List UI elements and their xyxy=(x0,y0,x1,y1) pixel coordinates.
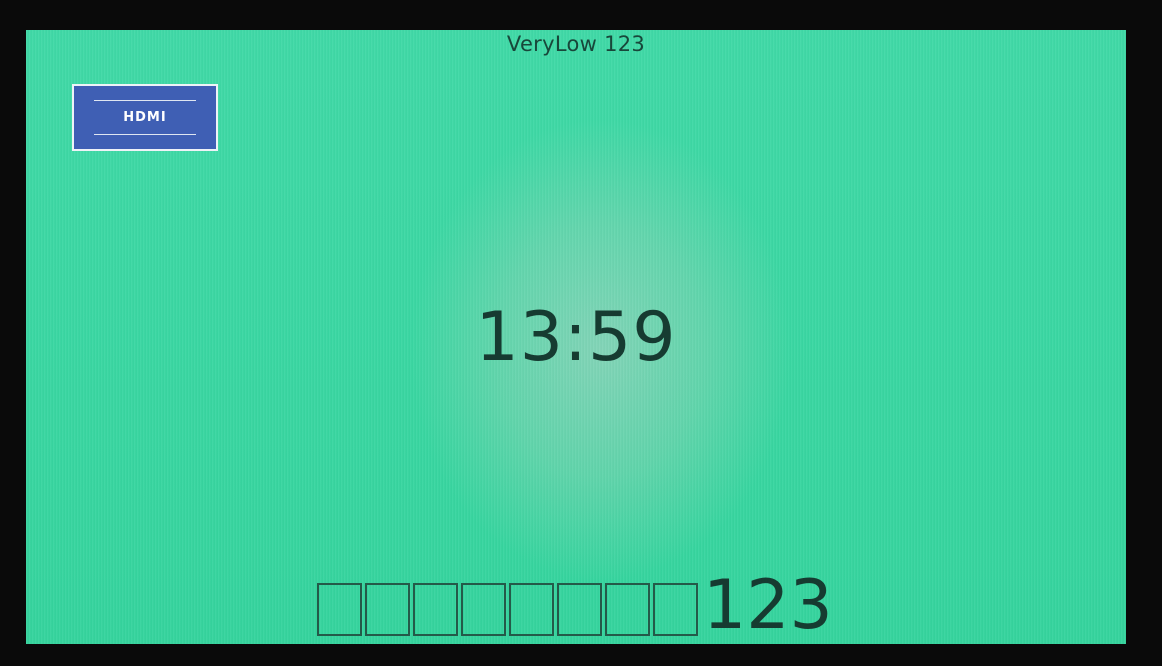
button-divider-top xyxy=(94,100,196,101)
empty-slot-box xyxy=(509,583,554,636)
display-screen: VeryLow 123 HDMI 13:59 123 xyxy=(26,30,1126,644)
device-bezel: VeryLow 123 HDMI 13:59 123 xyxy=(0,0,1162,666)
empty-slot-box xyxy=(653,583,698,636)
footer-value: 123 xyxy=(703,566,833,644)
hdmi-button-label: HDMI xyxy=(123,110,167,125)
clock-display: 13:59 xyxy=(475,298,677,377)
empty-slot-box xyxy=(365,583,410,636)
empty-slot-box xyxy=(557,583,602,636)
empty-slot-box xyxy=(605,583,650,636)
hdmi-source-button[interactable]: HDMI xyxy=(72,84,218,151)
empty-slot-box xyxy=(461,583,506,636)
status-title: VeryLow 123 xyxy=(506,32,646,56)
empty-slot-box xyxy=(317,583,362,636)
footer-readout: 123 xyxy=(317,566,833,644)
empty-slot-box xyxy=(413,583,458,636)
button-divider-bottom xyxy=(94,134,196,135)
